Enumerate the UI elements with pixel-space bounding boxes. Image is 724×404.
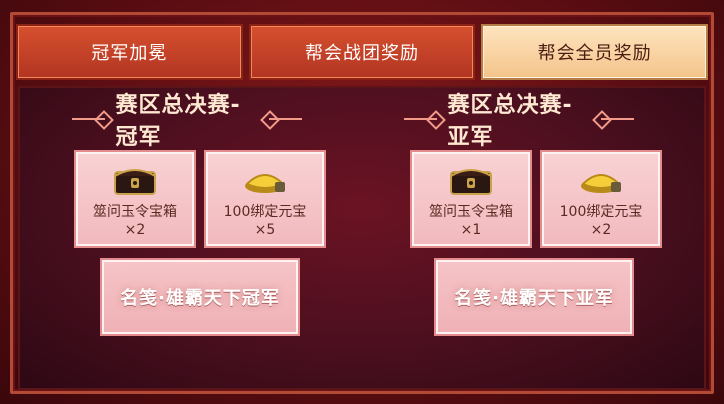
reward-qty: ×5 [254, 222, 276, 238]
title-reward-card[interactable]: 名笺·雄霸天下亚军 [434, 258, 634, 336]
title-reward-card[interactable]: 名笺·雄霸天下冠军 [100, 258, 300, 336]
reward-qty: ×2 [590, 222, 612, 238]
reward-item[interactable]: 筮问玉令宝箱 ×2 [74, 150, 196, 248]
main-frame: 冠军加冕 帮会战团奖励 帮会全员奖励 赛区总决赛-冠军 筮问玉令宝箱 ×2 10… [0, 0, 724, 404]
title-reward-text: 名笺·雄霸天下冠军 [120, 288, 280, 309]
rewards-panel: 赛区总决赛-冠军 筮问玉令宝箱 ×2 100绑定元宝 ×5 名笺·雄霸天下冠军 [18, 86, 706, 390]
reward-item[interactable]: 100绑定元宝 ×2 [540, 150, 662, 248]
decor-line [72, 118, 106, 120]
section-title-runner-up: 赛区总决赛-亚军 [394, 93, 644, 150]
reward-item[interactable]: 100绑定元宝 ×5 [204, 150, 326, 248]
reward-qty: ×2 [124, 222, 146, 238]
section-title-text: 赛区总决赛-冠军 [115, 93, 241, 150]
gold-ingot-icon [245, 174, 285, 193]
reward-qty: ×1 [460, 222, 482, 238]
decor-line [600, 118, 635, 120]
reward-name: 100绑定元宝 [559, 204, 643, 220]
decor-line [268, 118, 303, 120]
reward-item[interactable]: 筮问玉令宝箱 ×1 [410, 150, 532, 248]
tab-guild-team-reward[interactable]: 帮会战团奖励 [248, 24, 476, 80]
title-reward-text: 名笺·雄霸天下亚军 [454, 288, 614, 309]
gold-ingot-icon [581, 174, 621, 193]
tab-guild-all-members-reward[interactable]: 帮会全员奖励 [481, 24, 709, 80]
reward-name: 筮问玉令宝箱 [429, 204, 513, 220]
reward-name: 筮问玉令宝箱 [93, 204, 177, 220]
tab-bar: 冠军加冕 帮会战团奖励 帮会全员奖励 [16, 24, 709, 80]
reward-name: 100绑定元宝 [223, 204, 307, 220]
section-title-text: 赛区总决赛-亚军 [447, 93, 573, 150]
treasure-chest-icon [114, 169, 156, 195]
tab-champion-crowning[interactable]: 冠军加冕 [16, 24, 243, 80]
decor-line [404, 118, 438, 120]
treasure-chest-icon [450, 169, 492, 195]
section-title-champion: 赛区总决赛-冠军 [62, 93, 312, 150]
